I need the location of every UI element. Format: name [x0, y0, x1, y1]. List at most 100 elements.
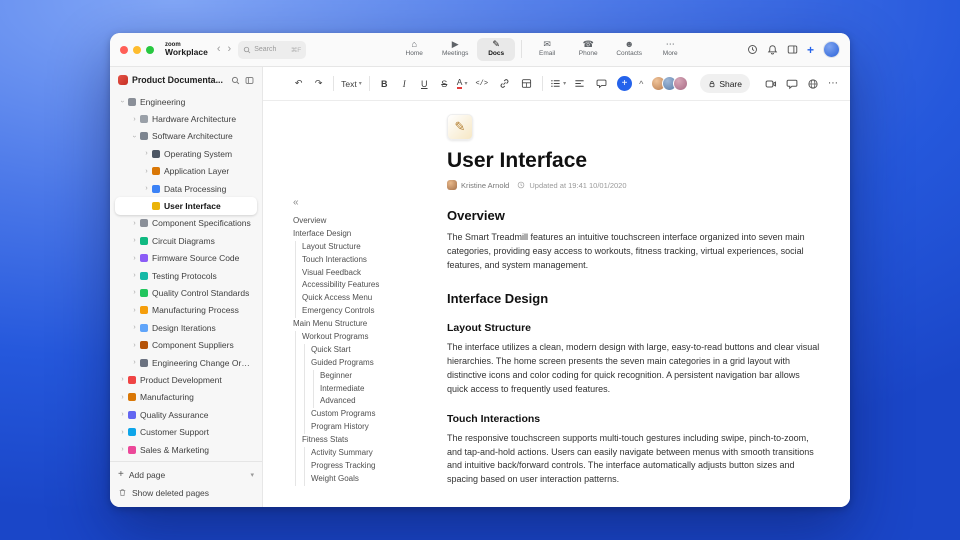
text-style-dropdown[interactable]: Text ▾ — [341, 79, 362, 89]
outline-item-program-history[interactable]: Program History — [311, 421, 433, 434]
outline-item-custom-programs[interactable]: Custom Programs — [311, 408, 433, 421]
outline-item-touch-interactions[interactable]: Touch Interactions — [302, 254, 433, 267]
tab-phone[interactable]: ☎ Phone — [569, 38, 607, 60]
comments-panel-icon[interactable] — [786, 78, 798, 90]
outline-item-visual-feedback[interactable]: Visual Feedback — [302, 267, 433, 280]
fullscreen-window-button[interactable] — [146, 45, 154, 54]
tab-email[interactable]: ✉ Email — [528, 38, 566, 60]
sidebar-collapse-icon[interactable] — [245, 76, 254, 85]
insert-link-button[interactable] — [496, 74, 513, 93]
more-options-icon[interactable]: ⋯ — [828, 78, 838, 89]
notifications-bell-icon[interactable] — [767, 44, 778, 55]
outline-item-layout-structure[interactable]: Layout Structure — [302, 241, 433, 254]
sidebar-item-quality-control-standards[interactable]: Quality Control Standards — [115, 284, 257, 301]
add-page-options-chevron-icon[interactable]: ▾ — [250, 471, 254, 479]
sidebar-item-component-suppliers[interactable]: Component Suppliers — [115, 336, 257, 353]
show-deleted-pages-button[interactable]: Show deleted pages — [118, 485, 254, 500]
side-panel-toggle-icon[interactable] — [787, 44, 798, 55]
docs-icon: ✎ — [492, 39, 500, 50]
window-controls — [120, 45, 154, 54]
outline-item-guided-programs[interactable]: Guided Programs — [311, 357, 433, 370]
inline-code-button[interactable]: </> — [472, 74, 491, 93]
chevron-icon — [118, 446, 127, 453]
bold-button[interactable]: B — [377, 74, 392, 93]
outline-item-beginner[interactable]: Beginner — [320, 370, 433, 383]
redo-icon[interactable]: ↷ — [311, 74, 326, 93]
outline-item-emergency-controls[interactable]: Emergency Controls — [302, 305, 433, 318]
outline-item-main-menu-structure[interactable]: Main Menu Structure — [293, 318, 433, 331]
outline-item-intermediate[interactable]: Intermediate — [320, 383, 433, 396]
user-avatar[interactable] — [823, 41, 840, 58]
align-button[interactable] — [571, 74, 588, 93]
sidebar-item-software-architecture[interactable]: Software Architecture — [115, 128, 257, 145]
strikethrough-button[interactable]: S — [437, 74, 452, 93]
outline-item-quick-access-menu[interactable]: Quick Access Menu — [302, 292, 433, 305]
sidebar-item-sales-marketing[interactable]: Sales & Marketing — [115, 441, 257, 458]
share-button[interactable]: Share — [700, 74, 750, 93]
chevron-icon — [130, 116, 139, 123]
text-color-dropdown[interactable]: A ▾ — [456, 77, 467, 90]
sidebar-item-design-iterations[interactable]: Design Iterations — [115, 319, 257, 336]
comment-button[interactable] — [593, 74, 610, 93]
tab-docs[interactable]: ✎ Docs — [477, 38, 516, 61]
outline-item-fitness-stats[interactable]: Fitness Stats — [302, 434, 433, 447]
docs-sidebar: Product Documenta... Enginee — [110, 67, 263, 507]
collaborator-avatar[interactable] — [673, 76, 689, 91]
sidebar-item-circuit-diagrams[interactable]: Circuit Diagrams — [115, 232, 257, 249]
undo-icon[interactable]: ↶ — [291, 74, 306, 93]
minimize-window-button[interactable] — [133, 45, 141, 54]
tab-home[interactable]: ⌂ Home — [395, 38, 433, 60]
sidebar-item-engineering-change-orders[interactable]: Engineering Change Orders — [115, 354, 257, 371]
sidebar-item-operating-system[interactable]: Operating System — [115, 145, 257, 162]
tab-more[interactable]: ⋯ More — [651, 38, 689, 60]
italic-button[interactable]: I — [397, 74, 412, 93]
document-page-icon: ✎ — [447, 114, 473, 140]
sidebar-item-data-processing[interactable]: Data Processing — [115, 180, 257, 197]
outline-item-accessibility-features[interactable]: Accessibility Features — [302, 279, 433, 292]
sidebar-item-product-development[interactable]: Product Development — [115, 371, 257, 388]
tab-meetings[interactable]: ▶ Meetings — [436, 38, 474, 60]
outline-item-advanced[interactable]: Advanced — [320, 395, 433, 408]
sidebar-item-component-specifications[interactable]: Component Specifications — [115, 215, 257, 232]
outline-item-overview[interactable]: Overview — [293, 215, 433, 228]
nav-forward-button[interactable]: › — [228, 44, 232, 55]
add-page-button[interactable]: + Add page ▾ — [118, 467, 254, 482]
global-search-input[interactable]: Search ⌘F — [238, 40, 307, 59]
outline-item-progress-tracking[interactable]: Progress Tracking — [311, 460, 433, 473]
history-clock-icon[interactable] — [747, 44, 758, 55]
sidebar-item-quality-assurance[interactable]: Quality Assurance — [115, 406, 257, 423]
sidebar-item-engineering[interactable]: Engineering — [115, 93, 257, 110]
sidebar-item-firmware-source-code[interactable]: Firmware Source Code — [115, 250, 257, 267]
sidebar-item-manufacturing[interactable]: Manufacturing — [115, 389, 257, 406]
outline-item-interface-design[interactable]: Interface Design — [293, 228, 433, 241]
close-window-button[interactable] — [120, 45, 128, 54]
underline-button[interactable]: U — [417, 74, 432, 93]
nav-back-button[interactable]: ‹ — [217, 44, 221, 55]
sidebar-item-customer-support[interactable]: Customer Support — [115, 423, 257, 440]
updated-clock-icon — [517, 181, 525, 189]
outline-item-quick-start[interactable]: Quick Start — [311, 344, 433, 357]
insert-table-button[interactable] — [518, 74, 535, 93]
sidebar-item-manufacturing-process[interactable]: Manufacturing Process — [115, 302, 257, 319]
chevron-icon — [130, 289, 139, 296]
sidebar-item-user-interface[interactable]: User Interface — [115, 197, 257, 215]
sidebar-item-testing-protocols[interactable]: Testing Protocols — [115, 267, 257, 284]
collapse-outline-icon[interactable]: « — [293, 198, 433, 208]
start-video-camera-icon[interactable] — [765, 78, 777, 90]
new-item-plus-button[interactable]: + — [807, 44, 814, 56]
outline-item-weight-goals[interactable]: Weight Goals — [311, 473, 433, 486]
insert-block-plus-button[interactable]: + — [617, 76, 633, 91]
updated-timestamp: Updated at 19:41 10/01/2020 — [529, 180, 627, 190]
sidebar-item-hardware-architecture[interactable]: Hardware Architecture — [115, 110, 257, 127]
sidebar-item-application-layer[interactable]: Application Layer — [115, 163, 257, 180]
list-style-dropdown[interactable]: ▾ — [550, 78, 566, 89]
sidebar-search-icon[interactable] — [231, 76, 240, 85]
outline-item-workout-programs[interactable]: Workout Programs — [302, 331, 433, 344]
document-body[interactable]: ✎ User Interface Kristine Arnold Updated… — [439, 101, 850, 507]
tab-contacts[interactable]: ☻ Contacts — [610, 38, 648, 60]
outline-item-activity-summary[interactable]: Activity Summary — [311, 447, 433, 460]
publish-globe-icon[interactable] — [807, 78, 819, 90]
chevron-down-icon: ▾ — [563, 81, 567, 87]
paragraph-overview: The Smart Treadmill features an intuitiv… — [447, 232, 805, 270]
collapse-toolbar-icon[interactable]: ^ — [639, 79, 643, 89]
